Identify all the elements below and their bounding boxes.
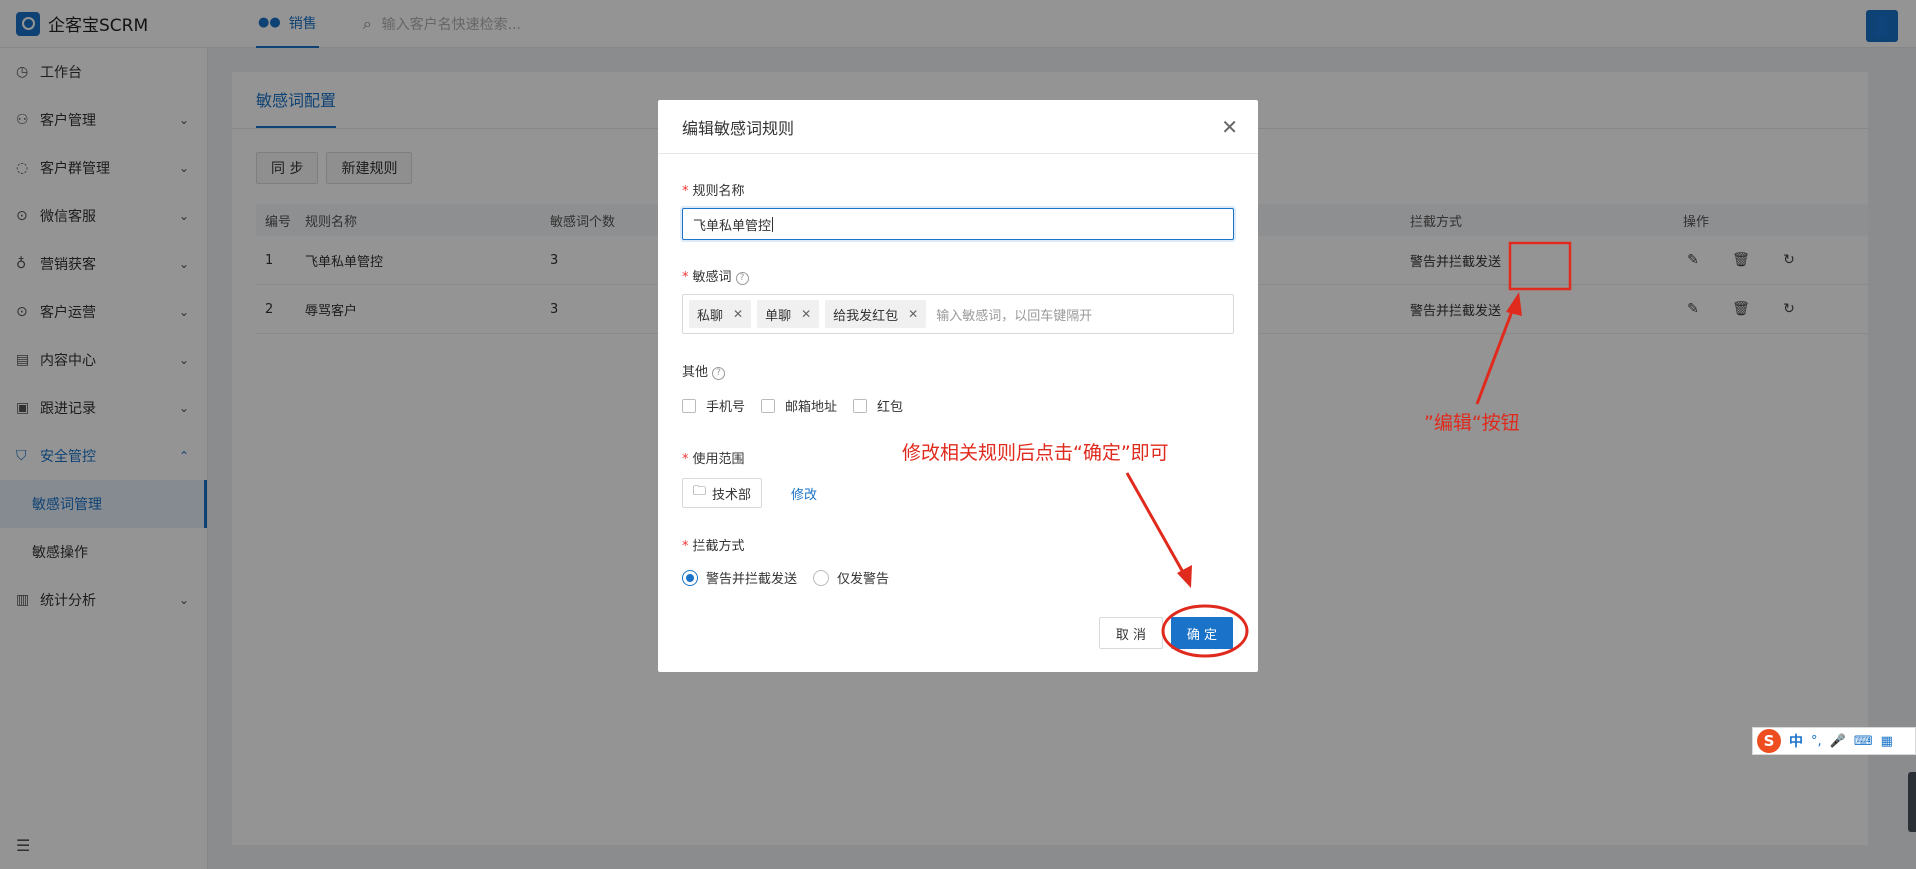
remove-tag-icon[interactable]: ✕	[801, 307, 811, 321]
edit-hint-text: ”编辑“按钮	[1424, 412, 1520, 434]
department-chip: 🗀 技术部	[682, 478, 763, 508]
sensitive-words-input[interactable]: 私聊 ✕ 单聊 ✕ 给我发红包 ✕ 输入敏感词，以回车键隔开	[682, 294, 1234, 334]
scope-label: * 使用范围	[682, 448, 745, 467]
modify-scope-link[interactable]: 修改	[791, 484, 817, 503]
tag-text: 给我发红包	[833, 308, 899, 324]
side-widget-tab[interactable]	[1908, 772, 1916, 832]
radio-dot	[682, 569, 698, 586]
required-mark: *	[682, 270, 689, 285]
radio-label: 仅发警告	[837, 572, 890, 587]
required-mark: *	[682, 184, 689, 199]
sensitive-words-label: * 敏感词?	[682, 266, 749, 285]
label-text: 规则名称	[692, 184, 745, 199]
ime-toolbar[interactable]: S 中 °, 🎤 ⌨ ▦	[1752, 727, 1916, 755]
checkbox-box	[682, 398, 696, 413]
help-icon[interactable]: ?	[735, 272, 749, 285]
tag-text: 私聊	[697, 308, 724, 324]
modal-title: 编辑敏感词规则	[682, 118, 795, 138]
word-tag: 私聊 ✕	[689, 300, 752, 328]
help-icon[interactable]: ?	[712, 367, 726, 380]
required-mark: *	[682, 539, 689, 554]
word-tag: 给我发红包 ✕	[825, 300, 927, 328]
rule-name-label: * 规则名称	[682, 180, 745, 199]
required-mark: *	[682, 452, 689, 467]
tag-text: 单聊	[765, 308, 792, 324]
confirm-button[interactable]: 确 定	[1171, 617, 1233, 649]
radio-label: 警告并拦截发送	[706, 572, 798, 587]
microphone-icon[interactable]: 🎤	[1830, 734, 1846, 749]
checkbox-label: 红包	[877, 400, 904, 415]
confirm-hint-text: 修改相关规则后点击“确定”即可	[902, 442, 1169, 464]
words-placeholder: 输入敏感词，以回车键隔开	[936, 308, 1093, 324]
checkbox-redpacket[interactable]: 红包	[853, 396, 903, 415]
modal-header: 编辑敏感词规则 ✕	[658, 100, 1258, 154]
radio-dot	[813, 569, 830, 586]
other-checkboxes: 手机号 邮箱地址 红包	[682, 396, 919, 415]
edit-rule-modal: 编辑敏感词规则 ✕ * 规则名称 飞单私单管控 * 敏感词? 私聊 ✕ 单聊 ✕ 给我发…	[658, 100, 1258, 672]
intercept-mode-label: * 拦截方式	[682, 535, 745, 554]
remove-tag-icon[interactable]: ✕	[733, 307, 743, 321]
other-label: 其他?	[682, 361, 726, 380]
checkbox-phone[interactable]: 手机号	[682, 396, 745, 415]
folder-icon: 🗀	[693, 484, 707, 499]
checkbox-email[interactable]: 邮箱地址	[761, 396, 837, 415]
sogou-logo-icon: S	[1757, 729, 1781, 753]
radio-warn-only[interactable]: 仅发警告	[813, 568, 889, 587]
checkbox-label: 邮箱地址	[785, 400, 838, 415]
label-text: 敏感词	[692, 270, 732, 285]
checkbox-label: 手机号	[706, 400, 746, 415]
checkbox-box	[761, 398, 776, 413]
keyboard-icon[interactable]: ⌨	[1854, 734, 1873, 749]
checkbox-box	[853, 398, 868, 413]
radio-warn-and-block[interactable]: 警告并拦截发送	[682, 568, 797, 587]
label-text: 其他	[682, 365, 709, 380]
label-text: 使用范围	[692, 452, 745, 467]
remove-tag-icon[interactable]: ✕	[908, 307, 918, 321]
ime-punctuation[interactable]: °,	[1811, 734, 1822, 749]
close-icon[interactable]: ✕	[1221, 115, 1238, 139]
intercept-mode-radios: 警告并拦截发送 仅发警告	[682, 568, 905, 587]
input-value: 飞单私单管控	[693, 218, 772, 234]
ime-mode[interactable]: 中	[1789, 731, 1803, 751]
department-name: 技术部	[712, 487, 752, 503]
cancel-button[interactable]: 取 消	[1099, 617, 1163, 649]
rule-name-input[interactable]: 飞单私单管控	[682, 208, 1234, 240]
label-text: 拦截方式	[692, 539, 745, 554]
text-caret	[772, 216, 774, 232]
word-tag: 单聊 ✕	[757, 300, 820, 328]
grid-icon[interactable]: ▦	[1881, 734, 1893, 749]
